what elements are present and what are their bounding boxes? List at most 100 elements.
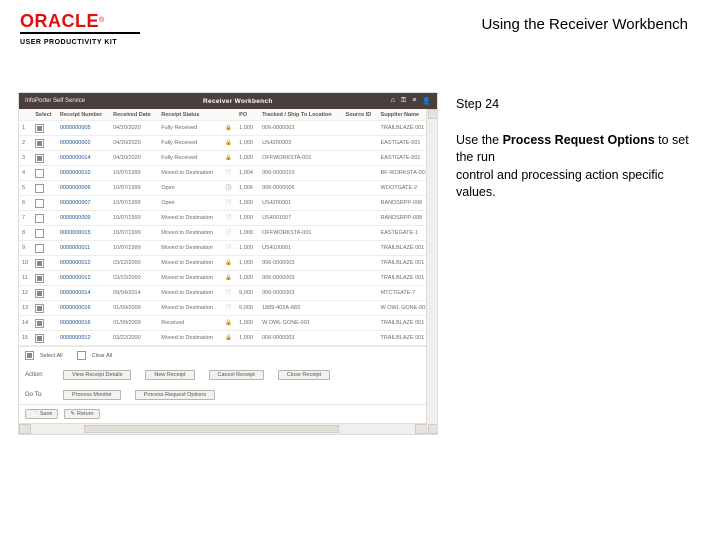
row-receipt-number[interactable]: 0000000014 bbox=[57, 151, 110, 166]
row-src bbox=[343, 316, 378, 331]
select-all-label[interactable]: Select All bbox=[40, 353, 63, 359]
row-receipt-number[interactable]: 0000000005 bbox=[57, 121, 110, 136]
table-row[interactable]: 9000000001110/07/1999Moved to Destinatio… bbox=[19, 241, 437, 256]
row-checkbox[interactable] bbox=[35, 154, 44, 163]
menu-icon[interactable]: ≡ bbox=[412, 97, 416, 105]
table-row[interactable]: 12000000001409/04/2014Moved to Destinati… bbox=[19, 286, 437, 301]
table-row[interactable]: 4000000001010/07/1999Moved to Destinatio… bbox=[19, 166, 437, 181]
row-checkbox[interactable] bbox=[35, 184, 44, 193]
row-receipt-number[interactable]: 0000000011 bbox=[57, 241, 110, 256]
new-receipt-button[interactable]: New Receipt bbox=[145, 370, 194, 380]
row-checkbox[interactable] bbox=[35, 289, 44, 298]
row-select[interactable] bbox=[32, 151, 57, 166]
row-status-icon: 📄 bbox=[222, 226, 236, 241]
row-checkbox[interactable] bbox=[35, 274, 44, 283]
row-checkbox[interactable] bbox=[35, 259, 44, 268]
row-receipt-number[interactable]: 0000000007 bbox=[57, 196, 110, 211]
col-po[interactable]: PO bbox=[236, 109, 259, 121]
row-receipt-number[interactable]: 0000000009 bbox=[57, 211, 110, 226]
row-receipt-number[interactable]: 0000000002 bbox=[57, 136, 110, 151]
row-select[interactable] bbox=[32, 241, 57, 256]
row-select[interactable] bbox=[32, 196, 57, 211]
row-status-icon: 📄 bbox=[222, 286, 236, 301]
row-receipt-number[interactable]: 0000000012 bbox=[57, 331, 110, 346]
row-select[interactable] bbox=[32, 166, 57, 181]
cancel-receipt-button[interactable]: Cancel Receipt bbox=[209, 370, 264, 380]
row-select[interactable] bbox=[32, 316, 57, 331]
row-checkbox[interactable] bbox=[35, 214, 44, 223]
close-receipt-button[interactable]: Close Receipt bbox=[278, 370, 330, 380]
row-receipt-number[interactable]: 0000000014 bbox=[57, 286, 110, 301]
home-icon[interactable]: ⌂ bbox=[391, 97, 395, 105]
row-checkbox[interactable] bbox=[35, 304, 44, 313]
table-row[interactable]: 1000000000504/20/2020Fully Received🔒1,00… bbox=[19, 121, 437, 136]
table-row[interactable]: 5000000000610/07/1999Open🕓1,006006-00000… bbox=[19, 181, 437, 196]
row-date: 01/09/2009 bbox=[110, 316, 158, 331]
table-row[interactable]: 6000000000710/07/1999Open📄1,000US4200001… bbox=[19, 196, 437, 211]
clear-all-checkbox[interactable] bbox=[77, 351, 86, 360]
table-row[interactable]: 8000000001510/07/1999Moved to Destinatio… bbox=[19, 226, 437, 241]
row-po-qty: 5,000 bbox=[236, 286, 259, 301]
row-po-qty: 1,000 bbox=[236, 241, 259, 256]
row-receipt-number[interactable]: 0000000012 bbox=[57, 271, 110, 286]
clear-all-label[interactable]: Clear All bbox=[92, 353, 112, 359]
row-select[interactable] bbox=[32, 211, 57, 226]
app-window: InfoPorter Self Service Receiver Workben… bbox=[18, 92, 438, 435]
col-src[interactable]: Source ID bbox=[343, 109, 378, 121]
col-status[interactable]: Receipt Status bbox=[158, 109, 222, 121]
table-row[interactable]: 11000000001203/22/2000Moved to Destinati… bbox=[19, 271, 437, 286]
row-checkbox[interactable] bbox=[35, 169, 44, 178]
row-ship: 006-0000010 bbox=[259, 166, 342, 181]
row-num: 4 bbox=[19, 166, 32, 181]
row-ship: 1889-402A-683 bbox=[259, 301, 342, 316]
hscroll-left-button[interactable] bbox=[19, 424, 31, 434]
table-row[interactable]: 3000000001404/20/2020Fully Received🔒1,00… bbox=[19, 151, 437, 166]
col-select[interactable]: Select bbox=[32, 109, 57, 121]
hscroll-thumb[interactable] bbox=[84, 425, 339, 433]
row-checkbox[interactable] bbox=[35, 244, 44, 253]
row-select[interactable] bbox=[32, 286, 57, 301]
horizontal-scrollbar[interactable] bbox=[19, 423, 427, 434]
row-select[interactable] bbox=[32, 271, 57, 286]
row-receipt-number[interactable]: 0000000006 bbox=[57, 181, 110, 196]
return-button[interactable]: ✎ Return bbox=[64, 409, 99, 419]
row-checkbox[interactable] bbox=[35, 319, 44, 328]
process-request-options-link[interactable]: Process Request Options bbox=[135, 390, 215, 400]
row-select[interactable] bbox=[32, 181, 57, 196]
process-monitor-link[interactable]: Process Monitor bbox=[63, 390, 121, 400]
table-row[interactable]: 7000000000910/07/1999Moved to Destinatio… bbox=[19, 211, 437, 226]
row-checkbox[interactable] bbox=[35, 229, 44, 238]
row-select[interactable] bbox=[32, 226, 57, 241]
row-receipt-number[interactable]: 0000000015 bbox=[57, 226, 110, 241]
row-checkbox[interactable] bbox=[35, 124, 44, 133]
key-icon[interactable]: ⚿ bbox=[401, 97, 406, 105]
row-select[interactable] bbox=[32, 121, 57, 136]
view-details-button[interactable]: View Receipt Details bbox=[63, 370, 131, 380]
row-select[interactable] bbox=[32, 301, 57, 316]
row-checkbox[interactable] bbox=[35, 199, 44, 208]
row-receipt-number[interactable]: 0000000012 bbox=[57, 256, 110, 271]
vertical-scrollbar[interactable] bbox=[426, 109, 437, 434]
row-status-icon: 🔒 bbox=[222, 151, 236, 166]
row-select[interactable] bbox=[32, 256, 57, 271]
row-select[interactable] bbox=[32, 331, 57, 346]
row-receipt-number[interactable]: 0000000016 bbox=[57, 316, 110, 331]
col-date[interactable]: Received Date bbox=[110, 109, 158, 121]
row-receipt-number[interactable]: 0000000010 bbox=[57, 166, 110, 181]
row-receipt-number[interactable]: 0000000016 bbox=[57, 301, 110, 316]
table-row[interactable]: 13000000001601/09/2009Moved to Destinati… bbox=[19, 301, 437, 316]
table-row[interactable]: 15000000001203/22/2000Moved to Destinati… bbox=[19, 331, 437, 346]
user-icon[interactable]: 👤 bbox=[422, 97, 431, 105]
col-ship[interactable]: Tracked / Ship To Location bbox=[259, 109, 342, 121]
table-row[interactable]: 10000000001203/22/2000Moved to Destinati… bbox=[19, 256, 437, 271]
row-checkbox[interactable] bbox=[35, 334, 44, 343]
save-button[interactable]: 📄 Save bbox=[25, 409, 58, 419]
table-row[interactable]: 2000000000204/20/2020Fully Received🔒1,00… bbox=[19, 136, 437, 151]
row-po-qty: 1,000 bbox=[236, 331, 259, 346]
row-checkbox[interactable] bbox=[35, 139, 44, 148]
col-receipt[interactable]: Receipt Number bbox=[57, 109, 110, 121]
select-all-checkbox[interactable] bbox=[25, 351, 34, 360]
row-date: 03/22/2000 bbox=[110, 331, 158, 346]
row-select[interactable] bbox=[32, 136, 57, 151]
table-row[interactable]: 14000000001601/09/2009Received🔒1,000W OW… bbox=[19, 316, 437, 331]
